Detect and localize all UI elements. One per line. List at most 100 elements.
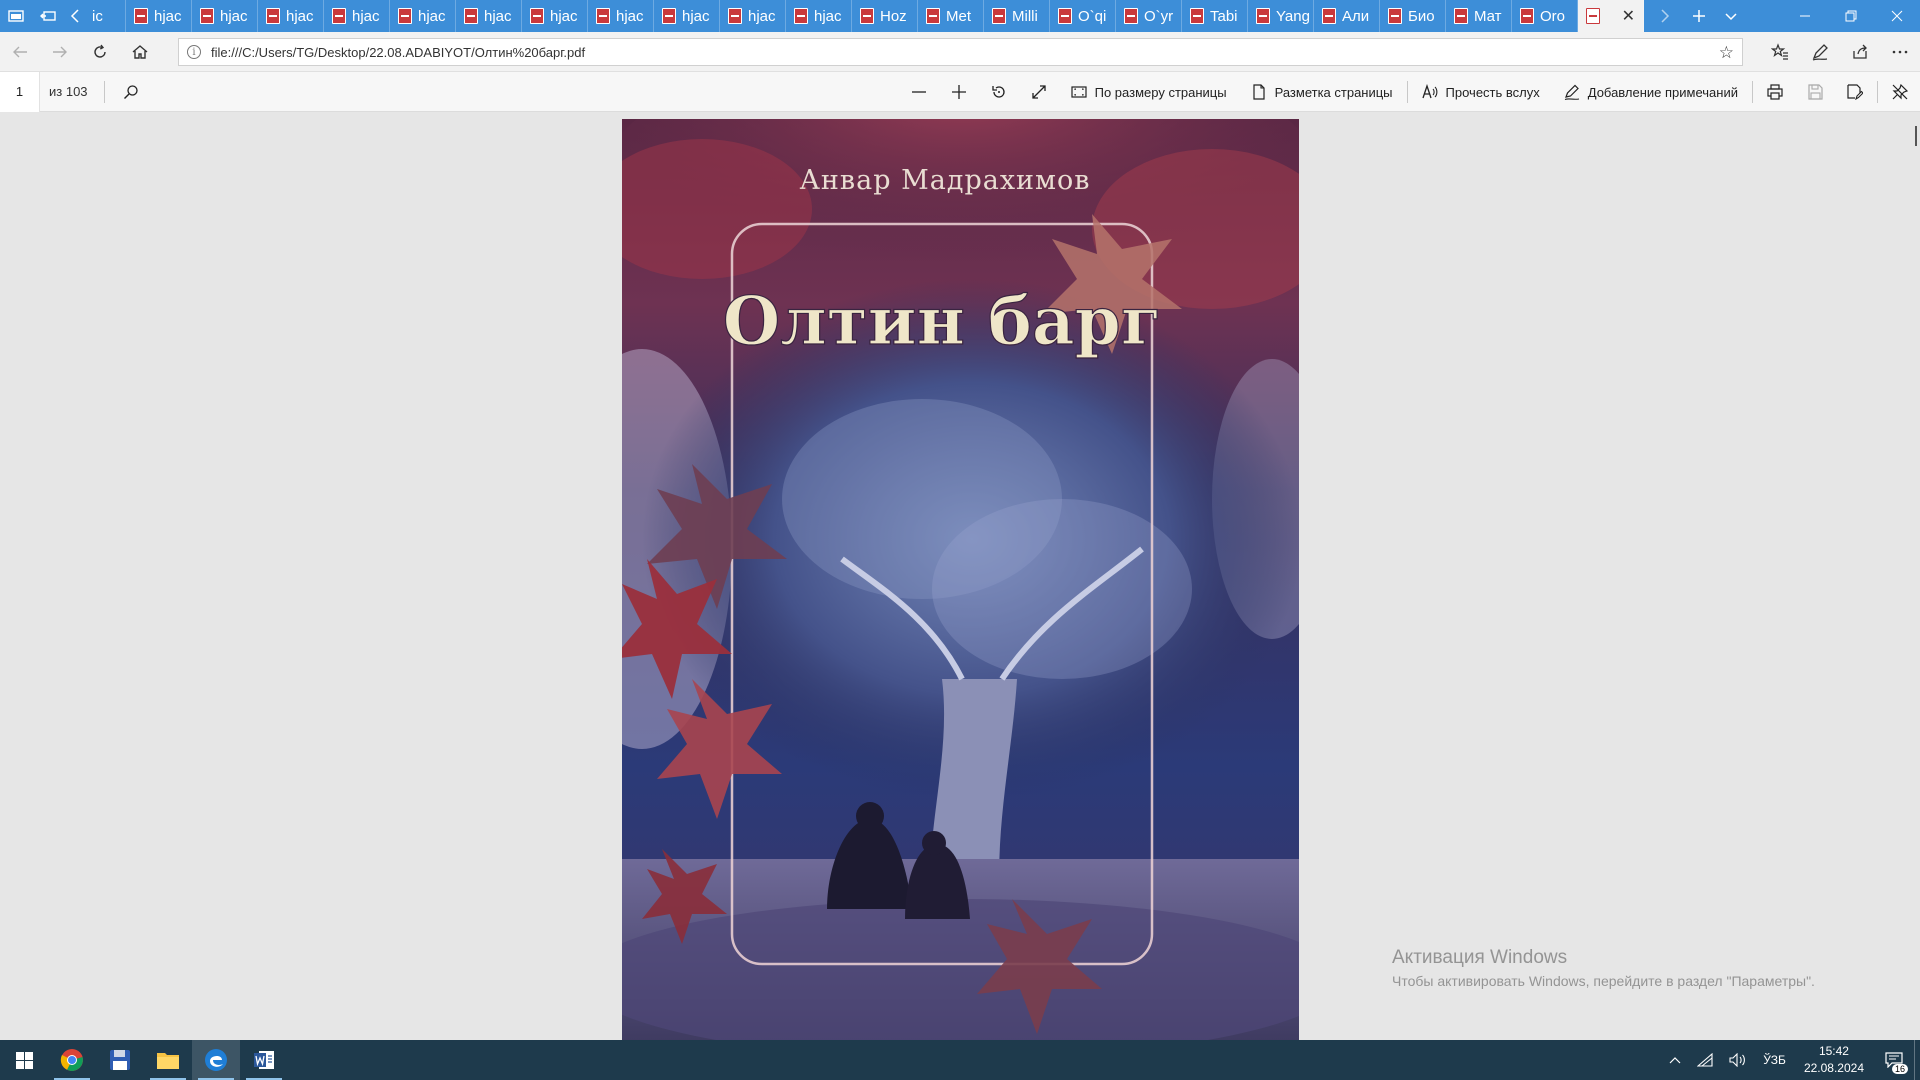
unpin-toolbar-button[interactable] <box>1880 72 1920 112</box>
page-number-input[interactable]: 1 <box>0 71 40 112</box>
browser-tab[interactable]: Hoz <box>852 0 918 32</box>
browser-tab[interactable]: Али <box>1314 0 1380 32</box>
add-notes-button[interactable]: Добавление примечаний <box>1552 72 1750 112</box>
close-window-button[interactable] <box>1874 0 1920 32</box>
share-icon[interactable] <box>1840 32 1880 72</box>
browser-tab[interactable]: hjac <box>324 0 390 32</box>
unpin-icon <box>1892 84 1908 100</box>
address-url[interactable]: file:///C:/Users/TG/Desktop/22.08.ADABIY… <box>211 45 585 60</box>
fullscreen-button[interactable] <box>1019 72 1059 112</box>
show-desktop-button[interactable] <box>1914 1040 1920 1080</box>
browser-tab[interactable]: hjac <box>192 0 258 32</box>
tab-preview-icon[interactable] <box>0 0 32 32</box>
save-button[interactable] <box>1795 72 1835 112</box>
minus-icon <box>911 91 926 93</box>
folder-icon <box>157 1053 179 1069</box>
cover-author: Анвар Мадрахимов <box>799 165 1090 196</box>
tab-label: hjac <box>550 7 578 25</box>
page-layout-button[interactable]: Разметка страницы <box>1239 72 1405 112</box>
browser-tab[interactable]: ✕ <box>1578 0 1644 32</box>
minimize-button[interactable] <box>1782 0 1828 32</box>
vertical-scrollbar[interactable] <box>1915 126 1917 146</box>
pdf-file-icon <box>728 8 742 24</box>
zoom-in-button[interactable] <box>939 72 979 112</box>
pdf-file-icon <box>464 8 478 24</box>
favorites-icon[interactable] <box>1760 32 1800 72</box>
tab-label: O`yr <box>1144 7 1174 25</box>
favorite-star-icon[interactable]: ☆ <box>1719 43 1734 63</box>
pdf-file-icon <box>1058 8 1072 24</box>
browser-tab[interactable]: hjac <box>258 0 324 32</box>
search-icon <box>123 84 138 99</box>
read-aloud-button[interactable]: Прочесть вслух <box>1410 72 1552 112</box>
browser-tab[interactable]: ic <box>88 0 126 32</box>
taskbar-clock[interactable]: 15:42 22.08.2024 <box>1794 1043 1874 1077</box>
show-hidden-icons-button[interactable] <box>1661 1056 1689 1064</box>
pdf-toolbar: 1 из 103 По размеру страницы Разметка ст… <box>0 71 1920 112</box>
tab-list-chevron-icon[interactable] <box>1714 0 1748 32</box>
browser-tab[interactable]: hjac <box>654 0 720 32</box>
rotate-button[interactable] <box>979 72 1019 112</box>
pdf-file-icon <box>926 8 940 24</box>
print-button[interactable] <box>1755 72 1795 112</box>
taskbar-file-explorer[interactable] <box>144 1040 192 1080</box>
search-button[interactable] <box>117 72 145 112</box>
scroll-tabs-right-icon[interactable] <box>1644 0 1684 32</box>
start-button[interactable] <box>0 1040 48 1080</box>
save-as-button[interactable] <box>1835 72 1875 112</box>
fit-page-button[interactable]: По размеру страницы <box>1059 72 1239 112</box>
expand-icon <box>1031 85 1046 99</box>
taskbar-app-floppy[interactable] <box>96 1040 144 1080</box>
close-tab-icon[interactable]: ✕ <box>1622 6 1635 26</box>
pdf-file-icon <box>332 8 346 24</box>
forward-button[interactable] <box>40 32 80 72</box>
taskbar-edge[interactable] <box>192 1040 240 1080</box>
address-bar[interactable]: i file:///C:/Users/TG/Desktop/22.08.ADAB… <box>178 38 1743 66</box>
browser-tab[interactable]: Milli <box>984 0 1050 32</box>
input-language-indicator[interactable]: ЎЗБ <box>1755 1053 1794 1067</box>
refresh-button[interactable] <box>80 32 120 72</box>
browser-tab[interactable]: Yang <box>1248 0 1314 32</box>
set-aside-tabs-icon[interactable] <box>32 0 64 32</box>
browser-tab[interactable]: Oro <box>1512 0 1578 32</box>
tab-label: Yang <box>1276 7 1310 25</box>
browser-tab[interactable]: hjac <box>522 0 588 32</box>
add-notes-label: Добавление примечаний <box>1587 84 1738 100</box>
browser-tab[interactable]: hjac <box>720 0 786 32</box>
more-options-icon[interactable] <box>1880 32 1920 72</box>
zoom-out-button[interactable] <box>899 72 939 112</box>
home-button[interactable] <box>120 32 160 72</box>
chrome-icon <box>60 1049 83 1071</box>
info-icon[interactable]: i <box>187 45 201 59</box>
browser-tab[interactable]: hjac <box>786 0 852 32</box>
browser-tab[interactable]: hjac <box>390 0 456 32</box>
browser-tab[interactable]: Tabi <box>1182 0 1248 32</box>
browser-tab[interactable]: Met <box>918 0 984 32</box>
windows-logo-icon <box>15 1051 33 1069</box>
back-button[interactable] <box>0 32 40 72</box>
new-tab-button[interactable] <box>1684 0 1714 32</box>
action-center-button[interactable]: 16 <box>1874 1040 1914 1080</box>
browser-tab[interactable]: O`qi <box>1050 0 1116 32</box>
browser-tab[interactable]: Био <box>1380 0 1446 32</box>
taskbar-word[interactable] <box>240 1040 288 1080</box>
edge-icon <box>205 1049 227 1071</box>
volume-icon[interactable] <box>1721 1053 1755 1067</box>
page-layout-label: Разметка страницы <box>1274 84 1393 100</box>
pdf-viewer[interactable]: Анвар Мадрахимов Олтин барг Активация Wi… <box>0 112 1920 1040</box>
web-note-pen-icon[interactable] <box>1800 32 1840 72</box>
pen-icon <box>1564 84 1579 100</box>
taskbar-chrome[interactable] <box>48 1040 96 1080</box>
browser-tab[interactable]: hjac <box>588 0 654 32</box>
browser-tab[interactable]: hjac <box>456 0 522 32</box>
floppy-disk-icon <box>110 1050 130 1070</box>
restore-button[interactable] <box>1828 0 1874 32</box>
scroll-tabs-left-icon[interactable] <box>64 0 88 32</box>
browser-tab[interactable]: O`yr <box>1116 0 1182 32</box>
network-icon[interactable] <box>1689 1053 1721 1067</box>
pdf-file-icon <box>992 8 1006 24</box>
tab-label: hjac <box>286 7 314 25</box>
tab-label: hjac <box>418 7 446 25</box>
browser-tab[interactable]: Мат <box>1446 0 1512 32</box>
browser-tab[interactable]: hjac <box>126 0 192 32</box>
